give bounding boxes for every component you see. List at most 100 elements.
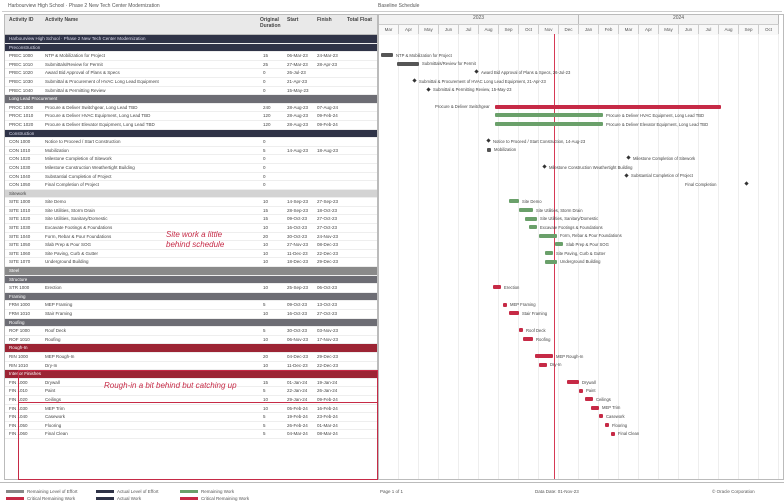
col-start[interactable]: Start: [287, 17, 298, 23]
activity-name-cell: MEP Rough-In: [45, 353, 75, 359]
col-total-float[interactable]: Total Float: [347, 17, 372, 23]
table-row[interactable]: CON 1040 Substantial Completion of Projec…: [5, 173, 377, 182]
activity-bar[interactable]: [509, 311, 519, 316]
activity-bar[interactable]: [519, 328, 523, 333]
activity-bar[interactable]: [519, 208, 533, 212]
bar-label: Flooring: [612, 422, 628, 428]
legend-item-6: Critical Remaining Work: [180, 496, 249, 501]
finish-cell: 24-Mar-23: [317, 53, 338, 59]
col-activity-name[interactable]: Activity Name: [45, 17, 78, 23]
activity-bar[interactable]: [495, 113, 603, 118]
table-row[interactable]: Rough-In: [5, 344, 377, 353]
table-row[interactable]: RIN 1010 Dry-In 10 11-Dec-23 22-Dec-23: [5, 362, 377, 371]
table-row[interactable]: SITE 1060 Site Paving, Curb & Gutter 10 11-…: [5, 250, 377, 259]
col-duration[interactable]: Original Duration: [260, 17, 284, 29]
bar-label: Site Paving, Curb & Gutter: [556, 250, 606, 256]
table-row[interactable]: PREC 1030 Submittal & Procurement of HVAC…: [5, 78, 377, 87]
activity-bar[interactable]: [605, 423, 609, 427]
activity-bar[interactable]: [381, 53, 393, 58]
milestone-marker[interactable]: [426, 86, 431, 92]
bar-label: Casework: [606, 413, 625, 419]
table-row[interactable]: Steel: [5, 267, 377, 276]
activity-bar[interactable]: [495, 104, 721, 109]
gantt-gridline: [678, 34, 679, 479]
table-row[interactable]: PREC 1020 Award Bid Approval of Plans & S…: [5, 69, 377, 78]
activity-name-cell: Site Demo: [45, 199, 67, 205]
activity-bar[interactable]: [495, 122, 603, 126]
table-row[interactable]: Construction: [5, 129, 377, 139]
table-row[interactable]: STR 1000 Erection 10 25-Sep-23 06-Oct-23: [5, 284, 377, 293]
table-row[interactable]: Structure: [5, 275, 377, 285]
activity-bar[interactable]: [579, 388, 583, 393]
milestone-marker[interactable]: [624, 172, 629, 178]
activity-bar[interactable]: [503, 302, 507, 307]
table-row[interactable]: CON 1050 Final Completion of Project 0: [5, 181, 377, 190]
activity-bar[interactable]: [523, 337, 533, 341]
gantt-gridline: [638, 34, 639, 479]
duration-cell: 10: [263, 285, 269, 291]
activity-bar[interactable]: [539, 362, 547, 367]
start-cell: 25-Sep-23: [287, 285, 309, 291]
table-row[interactable]: PROC 1000 Procure & Deliver Switchgear, L…: [5, 104, 377, 113]
table-row[interactable]: PROC 1020 Procure & Deliver Elevator Equi…: [5, 121, 377, 130]
table-row[interactable]: CON 1000 Notice to Proceed / Start Constr…: [5, 138, 377, 147]
table-row[interactable]: PREC 1010 Submittals/Review for Permit 25 2…: [5, 61, 377, 70]
milestone-marker[interactable]: [744, 181, 749, 186]
gantt-gridline: [598, 34, 599, 479]
col-finish[interactable]: Finish: [317, 17, 332, 23]
table-row[interactable]: FRM 1000 MEP Framing 5 09-Oct-23 13-Oct-23: [5, 301, 377, 310]
activity-bar[interactable]: [611, 431, 615, 436]
activity-name-cell: Slab Prep & Pour SOG: [45, 242, 92, 248]
milestone-marker[interactable]: [412, 78, 417, 83]
table-row[interactable]: CON 1030 Milestone Construction Weatherti…: [5, 164, 377, 173]
activity-bar[interactable]: [539, 233, 557, 238]
table-row[interactable]: SITE 1000 Site Demo 10 14-Sep-23 27-Sep-23: [5, 198, 377, 207]
table-row[interactable]: PROC 1010 Procure & Deliver HVAC Equipmen…: [5, 112, 377, 121]
activity-bar[interactable]: [545, 251, 553, 255]
table-row[interactable]: PREC 1000 NTP & Mobilization for Project 1…: [5, 52, 377, 61]
activity-bar[interactable]: [567, 380, 579, 384]
bar-label: MEP Framing: [510, 302, 536, 308]
activity-bar[interactable]: [487, 147, 491, 152]
milestone-marker[interactable]: [542, 164, 547, 169]
report-footer: Remaining Level of Effort Critical Remai…: [0, 482, 784, 504]
activity-bar[interactable]: [599, 414, 603, 419]
activity-bar[interactable]: [545, 259, 557, 264]
col-activity-id[interactable]: Activity ID: [9, 17, 33, 23]
start-cell: 27-Mar-23: [287, 61, 308, 67]
duration-cell: 10: [263, 250, 269, 256]
activity-bar[interactable]: [555, 242, 563, 247]
bar-label: Underground Building: [560, 259, 601, 265]
table-row[interactable]: ROF 1010 Roofing 10 06-Nov-23 17-Nov-23: [5, 336, 377, 345]
table-row[interactable]: SITE 1070 Underground Building 10 18-Dec-23…: [5, 258, 377, 268]
table-row[interactable]: PREC 1040 Submittal & Permitting Review 0 1…: [5, 87, 377, 96]
table-row[interactable]: Long Lead Procurement: [5, 95, 377, 104]
table-row[interactable]: SITE 1020 Site Utilities, Sanitary/Domest…: [5, 215, 377, 225]
activity-bar[interactable]: [397, 61, 419, 66]
gantt-gridline: [498, 34, 499, 479]
activity-bar[interactable]: [525, 216, 537, 221]
finish-cell: 22-Dec-23: [317, 362, 339, 368]
table-row[interactable]: CON 1010 Mobilization 5 14-Aug-23 18-Aug-23: [5, 147, 377, 156]
table-row[interactable]: CON 1020 Milestone Completion of Sitework…: [5, 155, 377, 164]
table-row[interactable]: Harbourview High School · Phase 2 New Te…: [5, 35, 377, 44]
table-row[interactable]: RIN 1000 MEP Rough-In 20 04-Dec-23 29-Dec-23: [5, 353, 377, 362]
activity-bar[interactable]: [529, 225, 537, 230]
activity-bar[interactable]: [509, 199, 519, 204]
activity-bar[interactable]: [535, 354, 553, 359]
milestone-marker[interactable]: [486, 138, 491, 143]
table-row[interactable]: SITE 1010 Site Utilities, Storm Drain 15 28…: [5, 207, 377, 216]
table-row[interactable]: FRM 1010 Stair Framing 10 16-Oct-23 27-Oct-2…: [5, 310, 377, 319]
table-row[interactable]: ROF 1000 Roof Deck 5 30-Oct-23 03-Nov-23: [5, 327, 377, 336]
activity-id-cell: PREC 1020: [9, 70, 33, 76]
milestone-marker[interactable]: [626, 155, 631, 161]
activity-bar[interactable]: [585, 397, 593, 402]
table-row[interactable]: Framing: [5, 292, 377, 302]
table-row[interactable]: Roofing: [5, 318, 377, 328]
activity-bar[interactable]: [591, 405, 599, 410]
gantt-gridline: [538, 34, 539, 479]
activity-bar[interactable]: [493, 285, 501, 290]
table-row[interactable]: Preconstruction: [5, 43, 377, 53]
table-row[interactable]: Sitework: [5, 189, 377, 199]
legend-item-5: Remaining Work: [180, 489, 234, 494]
